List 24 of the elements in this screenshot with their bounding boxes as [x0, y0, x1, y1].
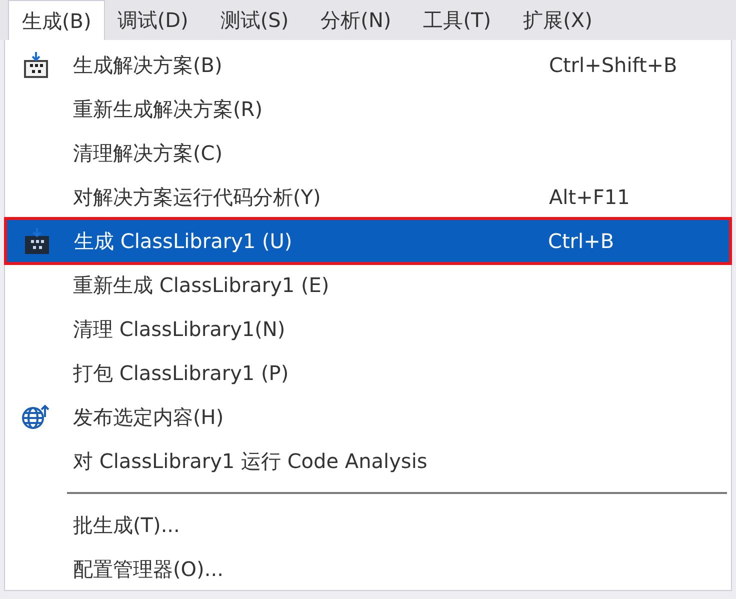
- menu-bar-item[interactable]: 测试(S): [208, 0, 309, 40]
- menu-item[interactable]: 批生成(T)...: [5, 503, 731, 547]
- shortcut-text: Ctrl+B: [548, 229, 616, 253]
- menu-item[interactable]: 生成 ClassLibrary1 (U) Ctrl+B: [6, 219, 730, 263]
- build-icon: [22, 51, 50, 79]
- menu-item[interactable]: 清理 ClassLibrary1(N): [5, 307, 731, 351]
- menu-item[interactable]: 配置管理器(O)...: [5, 547, 731, 591]
- menu-item[interactable]: 对解决方案运行代码分析(Y) Alt+F11: [5, 175, 731, 219]
- menu-bar-item[interactable]: 分析(N): [308, 0, 412, 40]
- build-icon: [23, 227, 51, 255]
- shortcut-text: Alt+F11: [549, 185, 631, 209]
- menu-bar-item[interactable]: 工具(T): [411, 0, 512, 40]
- menu-bar-item[interactable]: 扩展(X): [511, 0, 612, 40]
- shortcut-text: Ctrl+Shift+B: [549, 53, 678, 77]
- menu-item[interactable]: 打包 ClassLibrary1 (P): [5, 351, 731, 395]
- menu-bar-item[interactable]: 生成(B): [8, 0, 106, 40]
- menu-item[interactable]: 发布选定内容(H): [5, 395, 731, 439]
- menu-item[interactable]: 清理解决方案(C): [5, 131, 731, 175]
- menu-item[interactable]: 生成解决方案(B) Ctrl+Shift+B: [5, 43, 731, 87]
- menu-item[interactable]: 重新生成解决方案(R): [5, 87, 731, 131]
- globe-icon: [21, 403, 51, 431]
- menu-item[interactable]: 重新生成 ClassLibrary1 (E): [5, 263, 731, 307]
- menu-bar-item[interactable]: 调试(D): [105, 0, 208, 40]
- menu-item[interactable]: 对 ClassLibrary1 运行 Code Analysis: [5, 439, 731, 483]
